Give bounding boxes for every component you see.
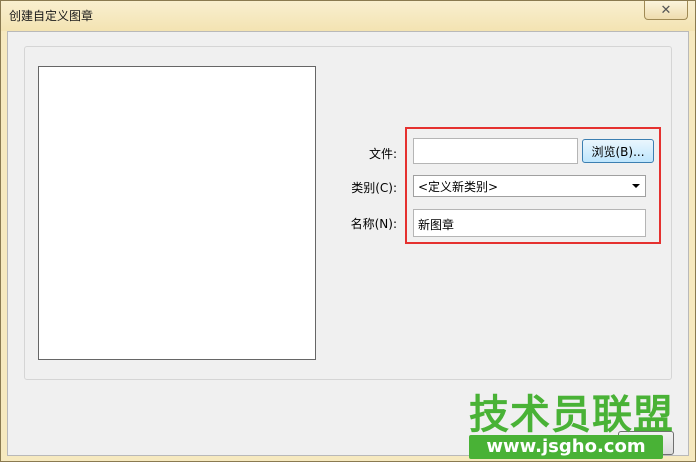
annotation-highlight-box [405, 127, 661, 244]
file-label: 文件: [368, 147, 397, 161]
title-bar[interactable]: 创建自定义图章 ✕ [1, 1, 695, 31]
close-icon: ✕ [660, 2, 672, 18]
dialog-window: 创建自定义图章 ✕ 文件: 浏览(B)... 类别(C): <定义新类别> 名称… [0, 0, 696, 462]
close-button[interactable]: ✕ [644, 1, 688, 20]
category-label: 类别(C): [351, 181, 397, 195]
name-label: 名称(N): [350, 217, 397, 231]
watermark-logo: 技术员联盟 www.jsgho.com [469, 391, 696, 462]
watermark-text: 技术员联盟 [469, 392, 674, 438]
window-title: 创建自定义图章 [9, 9, 94, 23]
stamp-preview-area [38, 66, 316, 360]
watermark-url: www.jsgho.com [469, 435, 663, 459]
